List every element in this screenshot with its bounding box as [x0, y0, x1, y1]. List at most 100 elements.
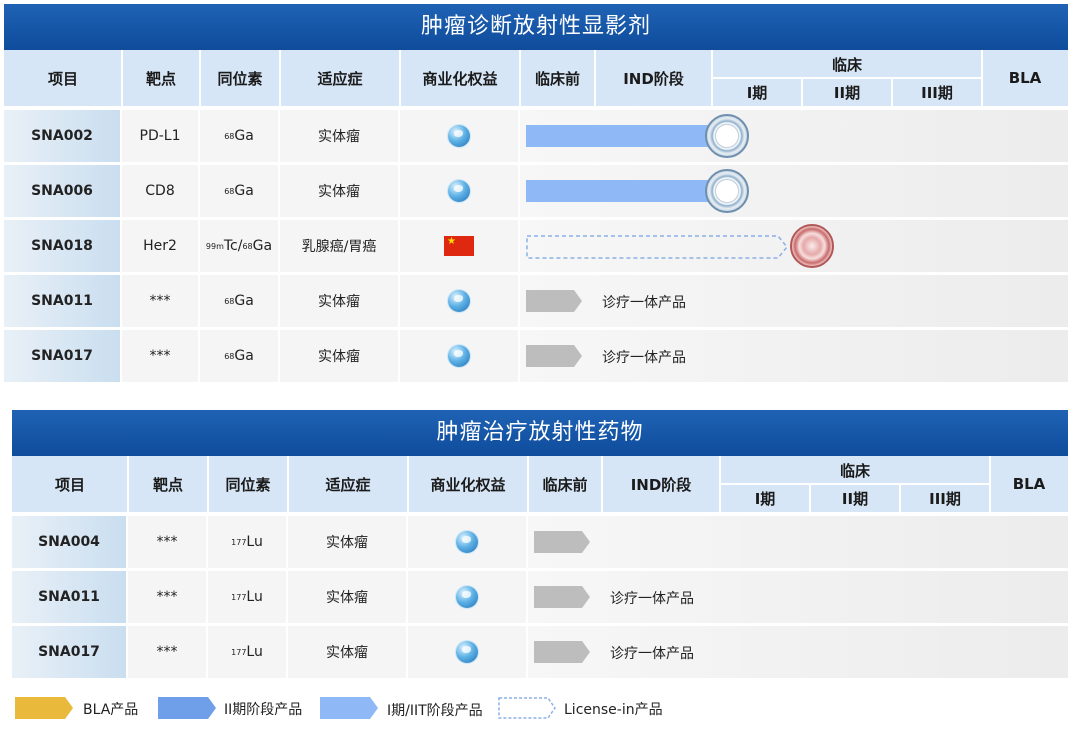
- header-divider: [519, 50, 521, 106]
- header-bla: BLA: [1012, 475, 1046, 493]
- row-rights: [400, 330, 518, 382]
- isotope-symbol: Tc/: [223, 238, 243, 254]
- header-preclinical: 临床前: [534, 69, 580, 88]
- globe-icon: [456, 641, 478, 663]
- header-phase3: III期: [921, 83, 953, 102]
- header-rights: 商业化权益: [430, 475, 506, 494]
- header-rights: 商业化权益: [422, 69, 498, 88]
- progress-bar-preclinical: [526, 290, 582, 312]
- isotope-mass: 68: [224, 131, 235, 141]
- header-phase3: III期: [929, 489, 961, 508]
- row-target: Her2: [122, 220, 198, 272]
- row-project: SNA011: [12, 571, 126, 623]
- header-isotope: 同位素: [217, 69, 263, 88]
- header-indication: 适应症: [317, 69, 363, 88]
- progress-bar-preclinical: [534, 586, 590, 608]
- row-isotope: 68 Ga: [200, 165, 278, 217]
- progress-bar-preclinical: [526, 345, 582, 367]
- isotope-symbol: Ga: [234, 128, 254, 144]
- isotope-mass: 68: [224, 296, 235, 306]
- row-isotope: 68 Ga: [200, 275, 278, 327]
- row-isotope: 68 Ga: [200, 330, 278, 382]
- header-divider: [399, 50, 401, 106]
- row-project: SNA017: [12, 626, 126, 678]
- header-divider: [801, 78, 803, 106]
- header-clinical: 临床: [839, 461, 870, 480]
- header-divider: [199, 50, 201, 106]
- row-project: SNA002: [4, 110, 120, 162]
- isotope-mass: 177: [231, 537, 247, 547]
- header-project: 项目: [47, 69, 78, 88]
- isotope-mass: 99m: [205, 241, 224, 251]
- row-isotope: 99m Tc/68 Ga: [200, 220, 278, 272]
- progress-bar-license: [526, 235, 788, 259]
- imaging-agents-section: 肿瘤诊断放射性显影剂 项目 靶点 同位素 适应症 商业化权益 临床前 IND阶段 BLA 临床 I…: [4, 4, 1068, 384]
- isotope-symbol: Ga: [252, 238, 273, 254]
- header-divider: [287, 456, 289, 512]
- header-divider: [527, 456, 529, 512]
- row-target: PD-L1: [122, 110, 198, 162]
- row-rights: [400, 275, 518, 327]
- isotope-symbol: Ga: [234, 293, 254, 309]
- header-target: 靶点: [152, 475, 183, 494]
- isotope-mass: 177: [231, 592, 247, 602]
- isotope-mass: 177: [231, 647, 247, 657]
- row-target: ***: [128, 516, 206, 568]
- row-target: ***: [122, 275, 198, 327]
- row-indication: 实体瘤: [280, 275, 398, 327]
- isotope-symbol: Lu: [246, 644, 263, 660]
- header-divider: [407, 456, 409, 512]
- row-rights: [400, 110, 518, 162]
- header-preclinical: 临床前: [542, 475, 588, 494]
- row-isotope: 177 Lu: [208, 571, 286, 623]
- row-isotope: 177 Lu: [208, 626, 286, 678]
- row-project: SNA017: [4, 330, 120, 382]
- row-project: SNA004: [12, 516, 126, 568]
- header-divider: [809, 484, 811, 512]
- header-divider: [121, 50, 123, 106]
- header-divider: [594, 50, 596, 106]
- china-flag-icon: ★: [444, 236, 474, 256]
- therapy-drugs-section: 肿瘤治疗放射性药物 项目 靶点 同位素 适应症 商业化权益 临床前 IND阶段 BLA 临床 I期…: [12, 410, 1068, 680]
- partner-seal-blue-icon: [705, 169, 749, 213]
- row-timeline: [528, 516, 1068, 568]
- isotope-symbol: Ga: [234, 183, 254, 199]
- header-divider: [207, 456, 209, 512]
- row-rights: [408, 626, 526, 678]
- row-indication: 实体瘤: [288, 516, 406, 568]
- row-timeline: [528, 626, 1068, 678]
- row-bar-label: 诊疗一体产品: [610, 591, 694, 607]
- header-ind: IND阶段: [623, 69, 684, 88]
- row-rights: [400, 165, 518, 217]
- header-phase2: II期: [833, 83, 861, 102]
- row-indication: 实体瘤: [280, 110, 398, 162]
- legend-phase2-label: II期阶段产品: [224, 702, 303, 718]
- globe-icon: [448, 125, 470, 147]
- row-bar-label: 诊疗一体产品: [602, 350, 686, 366]
- progress-bar-phase1: [526, 125, 716, 147]
- header-divider: [899, 484, 901, 512]
- legend-phase2-swatch: [158, 697, 216, 719]
- header-target: 靶点: [145, 69, 176, 88]
- header-indication: 适应症: [325, 475, 371, 494]
- isotope-symbol: Ga: [234, 348, 254, 364]
- header-project: 项目: [54, 475, 85, 494]
- header-divider: [891, 78, 893, 106]
- globe-icon: [456, 586, 478, 608]
- row-rights: [408, 571, 526, 623]
- header-phase1: I期: [746, 83, 768, 102]
- isotope-symbol: Lu: [246, 534, 263, 550]
- isotope-mass: 68: [224, 351, 235, 361]
- progress-bar-preclinical: [534, 531, 590, 553]
- row-indication: 实体瘤: [280, 165, 398, 217]
- legend-license-swatch: [498, 697, 556, 719]
- legend-phase1-swatch: [320, 697, 378, 719]
- row-rights: [408, 516, 526, 568]
- row-isotope: 68 Ga: [200, 110, 278, 162]
- isotope-mass: 68: [224, 186, 235, 196]
- row-indication: 乳腺癌/胃癌: [280, 220, 398, 272]
- globe-icon: [448, 180, 470, 202]
- row-bar-label: 诊疗一体产品: [602, 295, 686, 311]
- header-isotope: 同位素: [225, 475, 271, 494]
- globe-icon: [456, 531, 478, 553]
